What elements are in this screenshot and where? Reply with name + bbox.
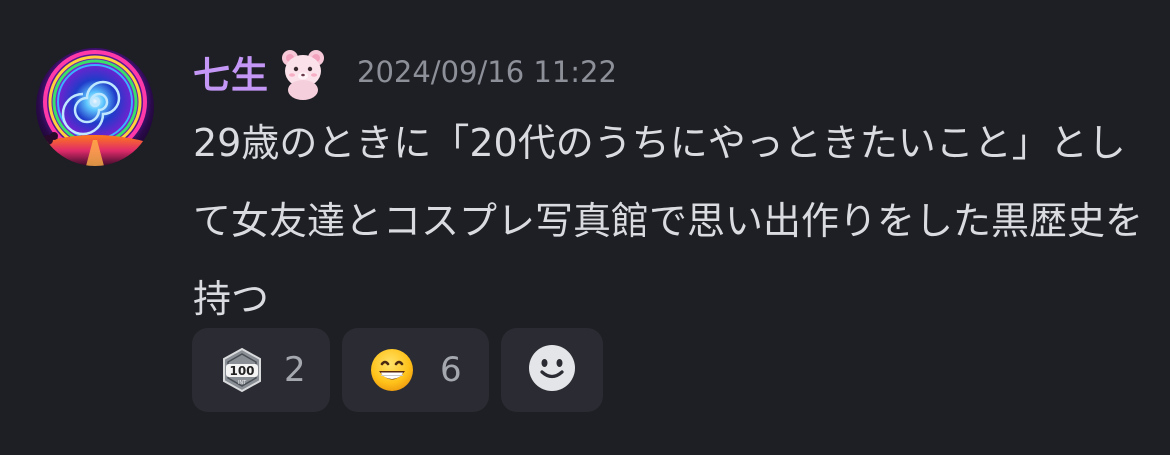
- swirl-avatar-icon[interactable]: [36, 48, 154, 166]
- message-timestamp[interactable]: 2024/09/16 11:22: [357, 55, 617, 89]
- reaction-count: 6: [440, 350, 462, 390]
- reaction-100[interactable]: 100 INT 2: [192, 328, 330, 412]
- pink-bear-icon: [275, 44, 331, 100]
- reaction-count: 2: [284, 350, 306, 390]
- message-header: 七生 2024/09/16 11:22: [193, 44, 617, 100]
- reaction-grinning-face[interactable]: 6: [342, 328, 489, 412]
- reaction-bar: 100 INT 2 6: [192, 328, 603, 412]
- 100-badge-icon: 100 INT: [218, 346, 266, 394]
- message-text: 29歳のときに「20代のうちにやっときたいこと」として女友達とコスプレ写真館で思…: [193, 121, 1144, 321]
- svg-text:INT: INT: [238, 380, 247, 386]
- smiley-add-reaction-icon: [527, 343, 577, 397]
- grinning-face-icon: [368, 346, 416, 394]
- add-reaction-button[interactable]: [501, 328, 603, 412]
- username[interactable]: 七生: [193, 45, 269, 99]
- svg-text:100: 100: [229, 364, 254, 378]
- chat-message: 七生 2024/09/16 11:22 29歳のときに「20代のうちにやっときた…: [0, 0, 1170, 455]
